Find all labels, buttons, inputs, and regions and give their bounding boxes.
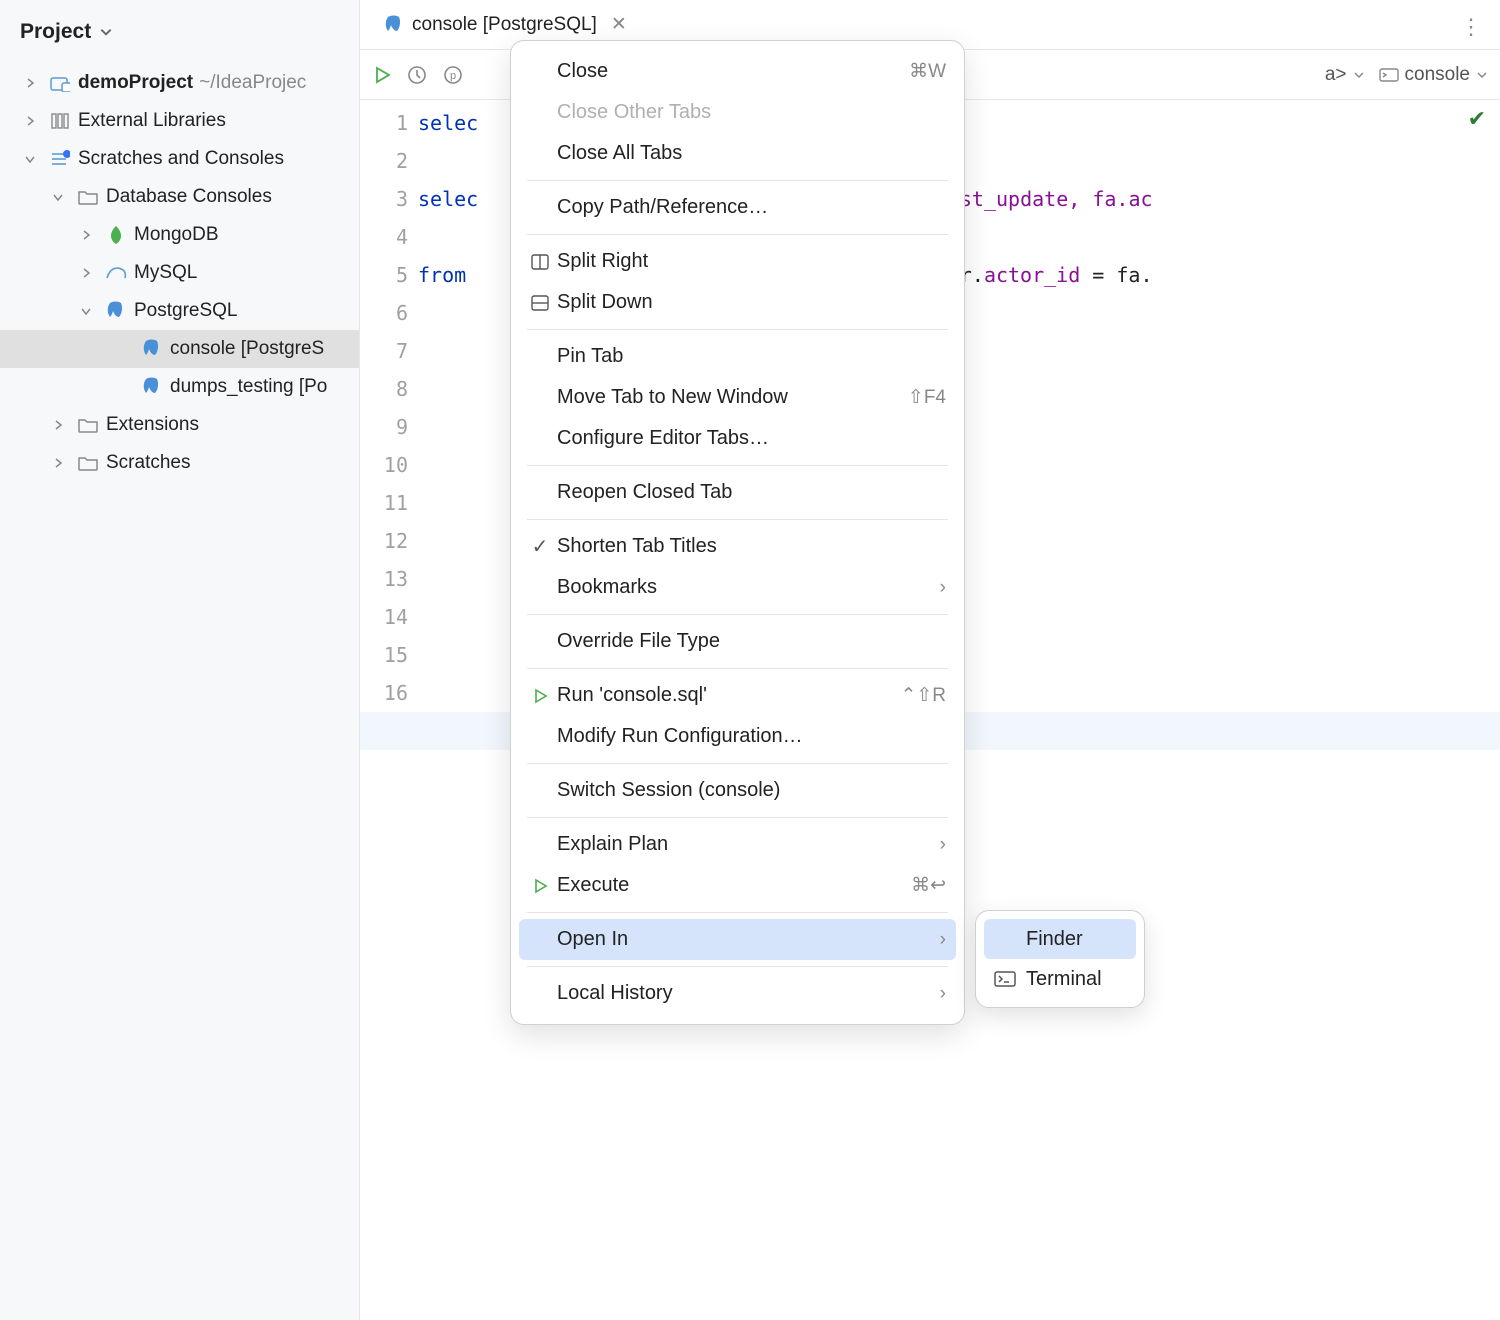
split-down-icon bbox=[523, 295, 557, 311]
tab-label: console [PostgreSQL] bbox=[412, 14, 597, 36]
history-icon[interactable] bbox=[406, 64, 428, 86]
submenu-finder[interactable]: Finder bbox=[984, 919, 1136, 959]
check-icon: ✔ bbox=[1468, 106, 1486, 132]
chevron-right-icon bbox=[78, 268, 94, 278]
mysql-icon bbox=[104, 264, 128, 282]
menu-modify-run[interactable]: Modify Run Configuration… bbox=[511, 716, 964, 757]
kebab-menu-icon[interactable]: ⋮ bbox=[1460, 14, 1482, 40]
folder-icon bbox=[76, 189, 100, 205]
chevron-right-icon: › bbox=[940, 929, 946, 951]
project-root[interactable]: demoProject ~/IdeaProjec bbox=[0, 64, 359, 102]
postgresql-node[interactable]: PostgreSQL bbox=[0, 292, 359, 330]
chevron-down-icon bbox=[22, 154, 38, 164]
submenu-terminal[interactable]: Terminal bbox=[984, 959, 1136, 999]
menu-shorten-titles[interactable]: ✓Shorten Tab Titles bbox=[511, 526, 964, 567]
postgresql-icon bbox=[140, 377, 164, 397]
postgresql-icon bbox=[384, 15, 404, 35]
menu-explain-plan[interactable]: Explain Plan› bbox=[511, 824, 964, 865]
check-icon: ✓ bbox=[523, 534, 557, 559]
chevron-down-icon bbox=[78, 306, 94, 316]
menu-configure-tabs[interactable]: Configure Editor Tabs… bbox=[511, 418, 964, 459]
scratches-consoles[interactable]: Scratches and Consoles bbox=[0, 140, 359, 178]
project-tool-title[interactable]: Project bbox=[0, 8, 359, 64]
menu-split-right[interactable]: Split Right bbox=[511, 241, 964, 282]
playground-icon[interactable]: p bbox=[442, 64, 464, 86]
chevron-down-icon bbox=[50, 192, 66, 202]
run-icon bbox=[523, 688, 557, 704]
run-icon[interactable] bbox=[372, 65, 392, 85]
schema-selector[interactable]: a> bbox=[1325, 64, 1365, 86]
menu-close[interactable]: Close⌘W bbox=[511, 51, 964, 92]
chevron-right-icon bbox=[78, 230, 94, 240]
console-selector[interactable]: console bbox=[1379, 64, 1489, 86]
tab-context-menu: Close⌘W Close Other Tabs Close All Tabs … bbox=[510, 40, 965, 1025]
postgresql-icon bbox=[140, 339, 164, 359]
open-in-submenu: Finder Terminal bbox=[975, 910, 1145, 1008]
folder-icon bbox=[76, 417, 100, 433]
split-right-icon bbox=[523, 254, 557, 270]
menu-copy-path[interactable]: Copy Path/Reference… bbox=[511, 187, 964, 228]
mongodb-icon bbox=[104, 225, 128, 245]
database-consoles[interactable]: Database Consoles bbox=[0, 178, 359, 216]
chevron-right-icon bbox=[50, 458, 66, 468]
menu-switch-session[interactable]: Switch Session (console) bbox=[511, 770, 964, 811]
mongodb-node[interactable]: MongoDB bbox=[0, 216, 359, 254]
terminal-icon bbox=[994, 971, 1016, 987]
run-icon bbox=[523, 878, 557, 894]
folder-icon bbox=[76, 455, 100, 471]
svg-text:p: p bbox=[450, 70, 456, 82]
postgresql-icon bbox=[104, 301, 128, 321]
menu-split-down[interactable]: Split Down bbox=[511, 282, 964, 323]
menu-run[interactable]: Run 'console.sql'⌃⇧R bbox=[511, 675, 964, 716]
menu-execute[interactable]: Execute⌘↩ bbox=[511, 865, 964, 906]
chevron-right-icon bbox=[22, 78, 38, 88]
menu-close-all[interactable]: Close All Tabs bbox=[511, 133, 964, 174]
menu-reopen[interactable]: Reopen Closed Tab bbox=[511, 472, 964, 513]
mysql-node[interactable]: MySQL bbox=[0, 254, 359, 292]
chevron-right-icon: › bbox=[940, 577, 946, 599]
extensions-folder[interactable]: Extensions bbox=[0, 406, 359, 444]
console-file[interactable]: console [PostgreS bbox=[0, 330, 359, 368]
module-icon bbox=[48, 74, 72, 92]
chevron-right-icon bbox=[22, 116, 38, 126]
library-icon bbox=[48, 112, 72, 130]
chevron-right-icon bbox=[50, 420, 66, 430]
menu-open-in[interactable]: Open In› bbox=[519, 919, 956, 960]
chevron-right-icon: › bbox=[940, 834, 946, 856]
menu-bookmarks[interactable]: Bookmarks› bbox=[511, 567, 964, 608]
menu-close-others: Close Other Tabs bbox=[511, 92, 964, 133]
menu-override-filetype[interactable]: Override File Type bbox=[511, 621, 964, 662]
scratches-folder[interactable]: Scratches bbox=[0, 444, 359, 482]
dumps-file[interactable]: dumps_testing [Po bbox=[0, 368, 359, 406]
menu-move-new-window[interactable]: Move Tab to New Window⇧F4 bbox=[511, 377, 964, 418]
close-icon[interactable]: ✕ bbox=[611, 13, 627, 36]
project-sidebar: Project demoProject ~/IdeaProjec Externa… bbox=[0, 0, 360, 1320]
external-libraries[interactable]: External Libraries bbox=[0, 102, 359, 140]
menu-pin[interactable]: Pin Tab bbox=[511, 336, 964, 377]
scratch-icon bbox=[48, 150, 72, 168]
chevron-right-icon: › bbox=[940, 983, 946, 1005]
menu-local-history[interactable]: Local History› bbox=[511, 973, 964, 1014]
line-gutter: 1234567891011121314151617 bbox=[360, 100, 418, 1320]
chevron-down-icon bbox=[99, 25, 113, 39]
